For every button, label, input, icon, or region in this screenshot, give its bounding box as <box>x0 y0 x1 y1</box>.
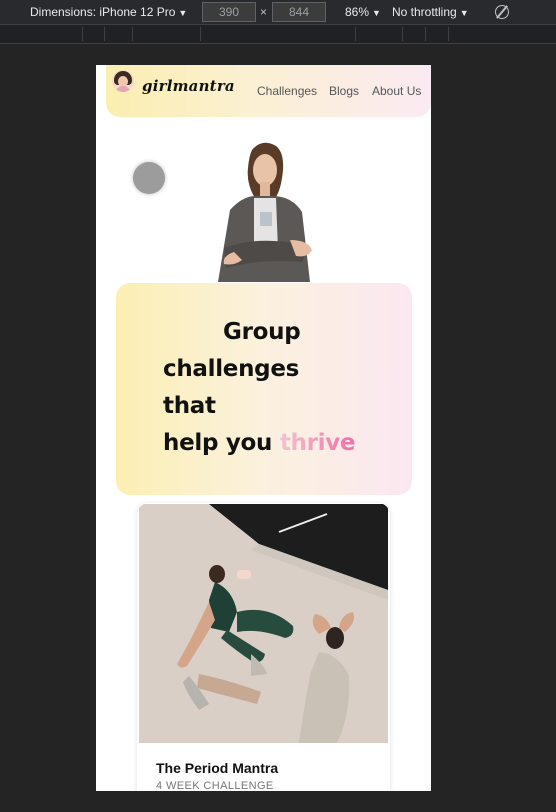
nav-link-about-us[interactable]: About Us <box>372 84 421 98</box>
challenge-workout-photo <box>139 504 388 743</box>
devtools-toolbar: Dimensions: iPhone 12 Pro ▼ 390 × 844 86%… <box>0 0 556 24</box>
media-query-bar <box>0 24 556 44</box>
hero-thrive-highlight: thrive <box>279 430 356 456</box>
chevron-down-icon: ▼ <box>459 8 469 18</box>
navbar: girlmantra Challenges Blogs About Us <box>106 65 431 117</box>
hero-card: Group challenges that help you thrive <box>116 283 412 495</box>
challenge-card[interactable]: The Period Mantra 4 WEEK CHALLENGE <box>137 503 390 791</box>
hero-line-challenges: challenges <box>163 356 300 382</box>
zoom-label: 86% <box>345 5 370 19</box>
chevron-down-icon: ▼ <box>372 8 381 18</box>
hero-woman-photo <box>218 142 312 282</box>
logo-avatar-icon[interactable] <box>112 70 134 92</box>
hero-line-help-you: help you thrive <box>163 430 356 456</box>
challenge-subtitle: 4 WEEK CHALLENGE <box>156 780 274 791</box>
decorative-blob <box>133 162 165 194</box>
throttling-label: No throttling <box>392 5 457 19</box>
height-input[interactable]: 844 <box>272 2 326 22</box>
mobile-viewport: girlmantra Challenges Blogs About Us Gro… <box>96 65 431 791</box>
chevron-down-icon: ▼ <box>178 8 188 18</box>
throttling-selector[interactable]: No throttling ▼ <box>392 5 469 19</box>
width-input[interactable]: 390 <box>202 2 256 22</box>
times-separator: × <box>260 5 268 19</box>
hero-line-that: that <box>163 393 216 419</box>
challenge-title: The Period Mantra <box>156 760 279 776</box>
device-dimensions-label: Dimensions: iPhone 12 Pro <box>30 5 176 19</box>
device-selector[interactable]: Dimensions: iPhone 12 Pro ▼ <box>30 5 187 19</box>
zoom-selector[interactable]: 86% ▼ <box>345 5 381 19</box>
nav-link-blogs[interactable]: Blogs <box>329 84 359 98</box>
rotate-icon[interactable] <box>495 5 509 19</box>
logo-text[interactable]: girlmantra <box>142 77 235 95</box>
hero-line-group: Group <box>223 319 301 345</box>
hero-help-you-text: help you <box>163 430 280 456</box>
nav-link-challenges[interactable]: Challenges <box>257 84 317 98</box>
